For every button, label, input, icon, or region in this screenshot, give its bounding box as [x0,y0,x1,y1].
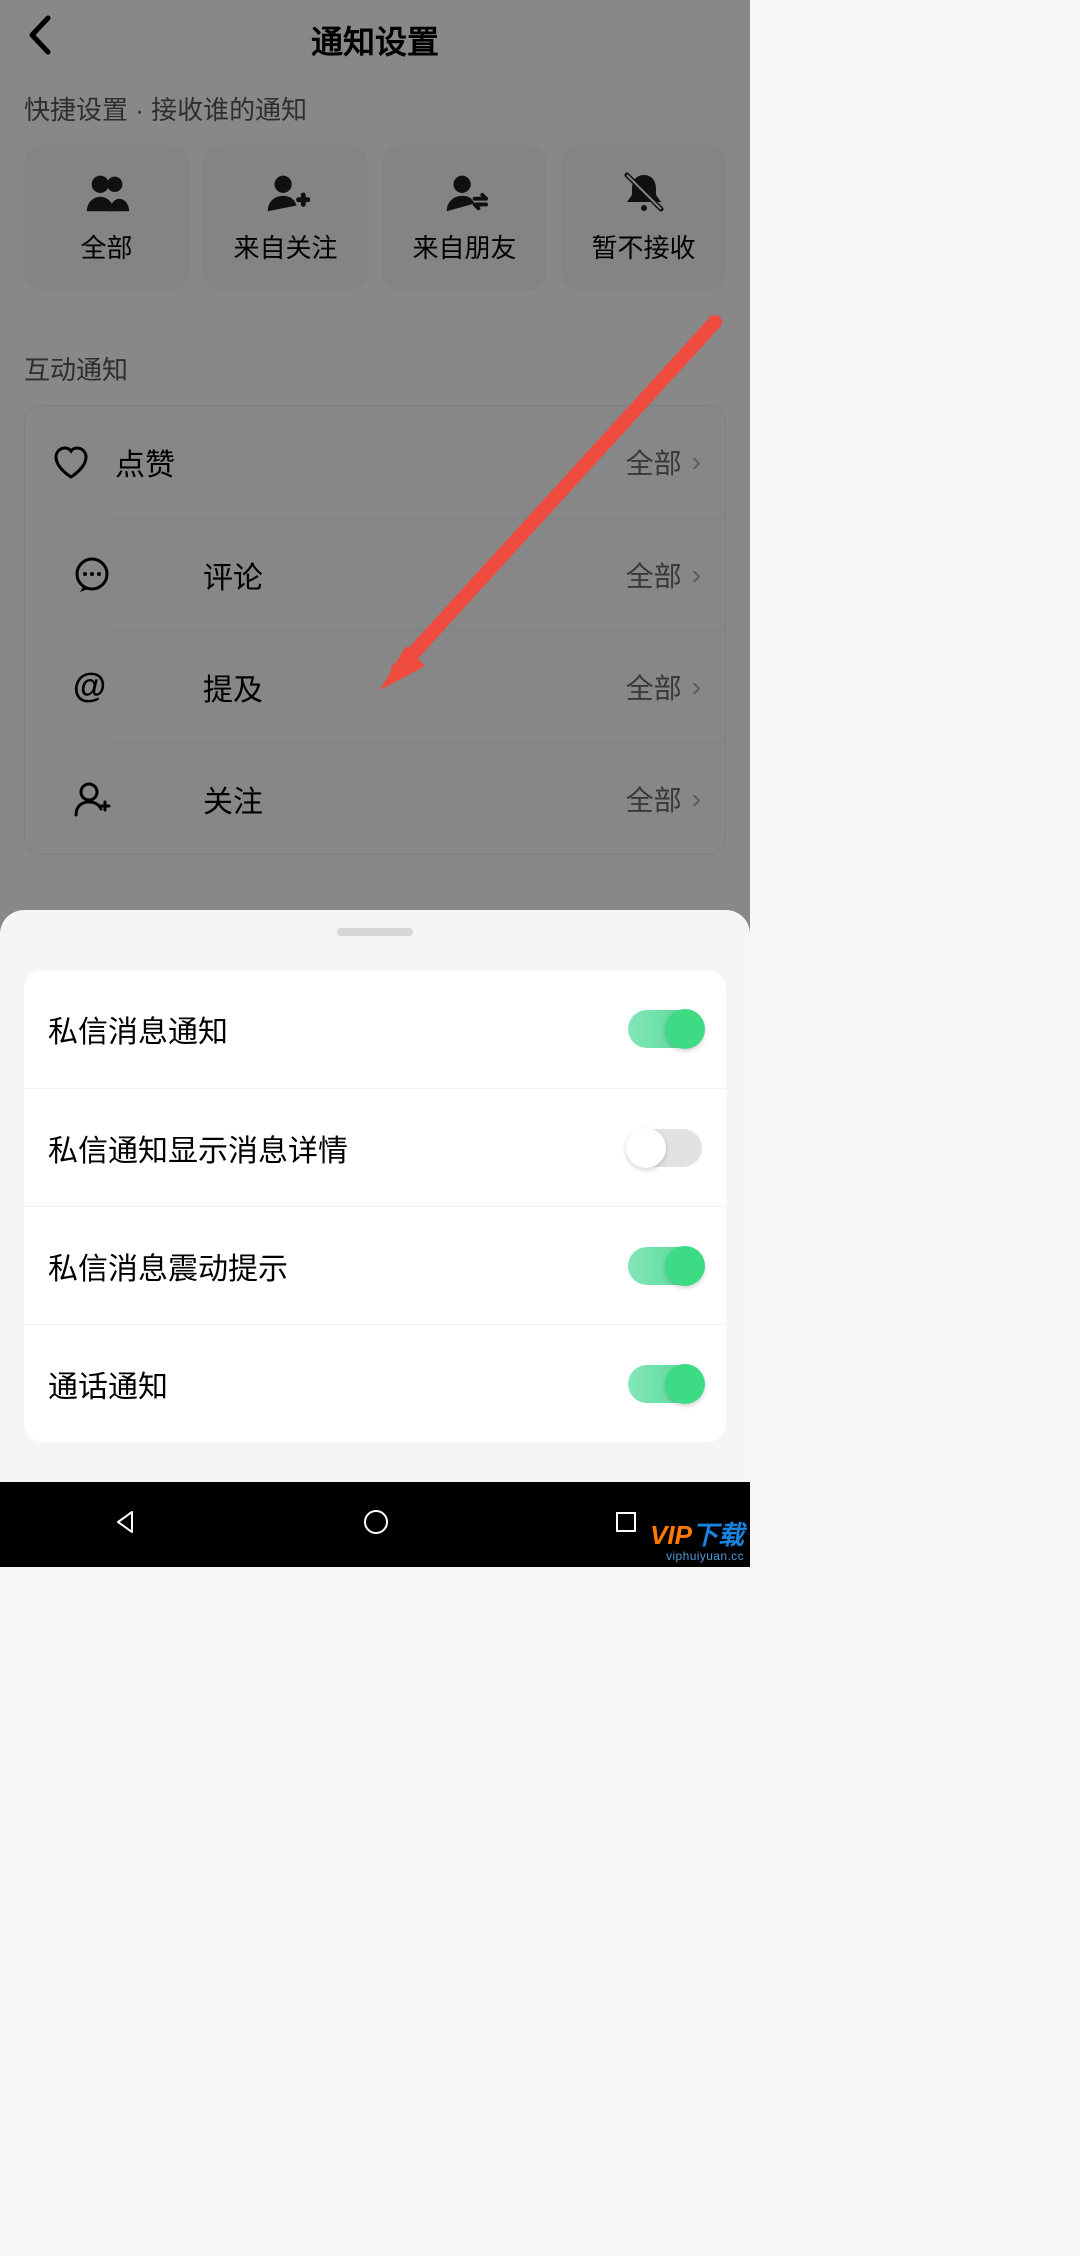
toggle-row-dm-vibrate: 私信消息震动提示 [24,1206,726,1324]
toggle-switch[interactable] [628,1247,702,1285]
toggle-row-dm-detail: 私信通知显示消息详情 [24,1088,726,1206]
toggle-row-call-notify: 通话通知 [24,1324,726,1442]
nav-home-icon[interactable] [362,1508,390,1541]
watermark: VIP下载 viphuiyuan.cc [650,1515,744,1563]
sheet-handle[interactable] [337,928,413,936]
toggle-row-dm-notify: 私信消息通知 [24,970,726,1088]
nav-back-icon[interactable] [112,1509,138,1540]
toggle-switch[interactable] [628,1129,702,1167]
toggle-label: 私信通知显示消息详情 [48,1126,628,1170]
toggle-label: 私信消息通知 [48,1007,628,1051]
bottom-sheet: 私信消息通知 私信通知显示消息详情 私信消息震动提示 通话通知 [0,910,750,1482]
toggle-switch[interactable] [628,1365,702,1403]
android-navbar [0,1482,750,1567]
toggle-switch[interactable] [628,1010,702,1048]
toggle-label: 通话通知 [48,1362,628,1406]
nav-recent-icon[interactable] [614,1510,638,1539]
toggle-label: 私信消息震动提示 [48,1244,628,1288]
